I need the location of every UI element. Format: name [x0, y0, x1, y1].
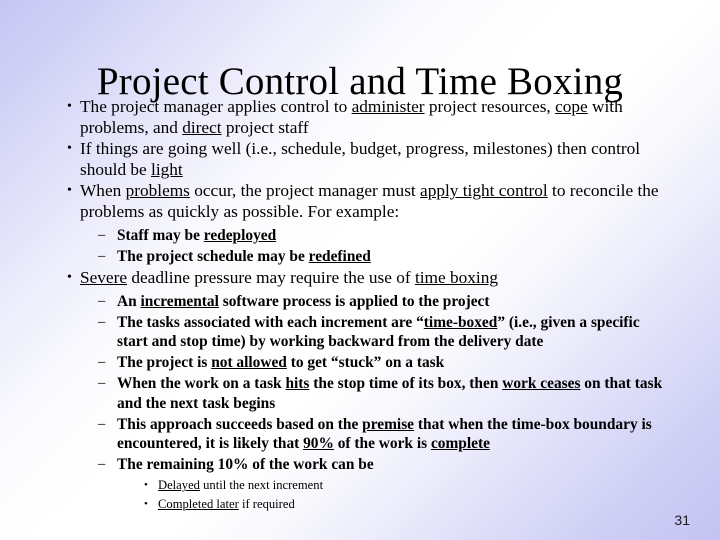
page-number: 31 — [674, 512, 690, 528]
underlined-run: not allowed — [211, 354, 287, 372]
text-run: deadline pressure may require the use of — [127, 267, 415, 287]
text-run: An — [117, 292, 141, 310]
underlined-run: hits — [285, 375, 310, 393]
text-run: The remaining 10% of the work can be — [117, 456, 374, 474]
text-run: to get “stuck” on a task — [286, 354, 445, 372]
bullet-marker-level2: – — [98, 415, 106, 432]
bullet-level1: • When problems occur, the project manag… — [58, 181, 670, 222]
text-run: project resources, — [424, 97, 556, 116]
text-run: occur, the project manager must — [189, 181, 421, 201]
underlined-run: direct — [182, 117, 222, 137]
underlined-run: apply tight control — [420, 181, 548, 201]
bullet-text: The project manager applies control to a… — [80, 97, 670, 138]
text-run: The project manager applies control to — [80, 97, 352, 116]
bullet-marker-level3: • — [144, 479, 148, 492]
underlined-run: complete — [430, 434, 490, 452]
bullet-text: The project schedule may be redefined — [117, 247, 670, 266]
text-run: When the work on a task — [117, 375, 286, 393]
bullet-marker-level2: – — [98, 226, 106, 243]
bullet-text: Delayed until the next increment — [158, 477, 670, 494]
bullet-marker-level2: – — [98, 313, 106, 330]
bullet-text: The remaining 10% of the work can be — [117, 455, 670, 474]
bullet-text: The project is not allowed to get “stuck… — [117, 353, 670, 372]
bullet-level1: • If things are going well (i.e., schedu… — [58, 139, 670, 180]
bullet-marker-level2: – — [98, 354, 106, 371]
text-run: The project schedule may be — [117, 247, 309, 265]
bullet-marker-level2: – — [98, 247, 106, 264]
text-run: of the work is — [333, 434, 431, 452]
bullet-text: Completed later if required — [158, 496, 670, 513]
bullet-text: This approach succeeds based on the prem… — [117, 415, 670, 453]
text-run: if required — [238, 496, 295, 511]
underlined-run: 90% — [303, 434, 334, 452]
slide-body: • The project manager applies control to… — [58, 97, 670, 513]
underlined-run: incremental — [140, 292, 219, 310]
text-run: The tasks associated with each increment… — [117, 313, 424, 331]
bullet-level3: • Delayed until the next increment — [140, 477, 670, 494]
underlined-run: time boxing — [414, 267, 498, 287]
bullet-level2: – The project schedule may be redefined — [96, 247, 670, 266]
text-run: Staff may be — [117, 226, 204, 244]
bullet-marker-level1: • — [67, 141, 72, 157]
bullet-marker-level2: – — [98, 375, 106, 392]
bullet-marker-level1: • — [67, 183, 72, 199]
bullet-level2: – The project is not allowed to get “stu… — [96, 353, 670, 372]
bullet-marker-level1: • — [67, 99, 72, 114]
bullet-level3: • Completed later if required — [140, 496, 670, 513]
bullet-text: The tasks associated with each increment… — [117, 313, 670, 351]
bullet-level1: • The project manager applies control to… — [58, 97, 670, 138]
bullet-level2: – This approach succeeds based on the pr… — [96, 415, 670, 453]
underlined-run: Delayed — [158, 478, 200, 493]
underlined-run: redefined — [308, 247, 371, 265]
bullet-level2: – The remaining 10% of the work can be — [96, 455, 670, 474]
bullet-text: When problems occur, the project manager… — [80, 181, 670, 222]
text-run: software process is applied to the proje… — [218, 292, 490, 310]
bullet-text: If things are going well (i.e., schedule… — [80, 139, 670, 180]
underlined-run: Severe — [80, 267, 128, 287]
text-run: The project is — [117, 354, 212, 372]
bullet-marker-level2: – — [98, 456, 106, 473]
bullet-marker-level3: • — [144, 497, 148, 510]
bullet-level2: – Staff may be redeployed — [96, 226, 670, 245]
bullet-text: When the work on a task hits the stop ti… — [117, 374, 670, 412]
bullet-marker-level2: – — [98, 292, 106, 309]
underlined-run: work ceases — [502, 375, 581, 393]
bullet-level1: • Severe deadline pressure may require t… — [58, 268, 670, 289]
underlined-run: Completed later — [158, 496, 239, 511]
underlined-run: light — [151, 159, 183, 179]
text-run: the stop time of its box, then — [309, 375, 503, 393]
slide-canvas: Project Control and Time Boxing • The pr… — [0, 0, 720, 540]
text-run: project staff — [221, 117, 309, 137]
bullet-level2: – When the work on a task hits the stop … — [96, 374, 670, 412]
underlined-run: premise — [362, 415, 415, 433]
bullet-marker-level1: • — [67, 269, 72, 285]
bullet-text: Staff may be redeployed — [117, 226, 670, 245]
underlined-run: redeployed — [203, 226, 277, 244]
underlined-run: time-boxed — [423, 313, 498, 331]
bullet-level2: – An incremental software process is app… — [96, 292, 670, 311]
text-run: until the next increment — [199, 478, 324, 493]
bullet-text: An incremental software process is appli… — [117, 292, 670, 311]
underlined-run: administer — [351, 97, 425, 116]
bullet-text: Severe deadline pressure may require the… — [80, 268, 670, 289]
text-run: This approach succeeds based on the — [117, 415, 363, 433]
underlined-run: cope — [555, 97, 588, 116]
underlined-run: problems — [125, 181, 190, 201]
bullet-level2: – The tasks associated with each increme… — [96, 313, 670, 351]
text-run: When — [80, 181, 126, 201]
